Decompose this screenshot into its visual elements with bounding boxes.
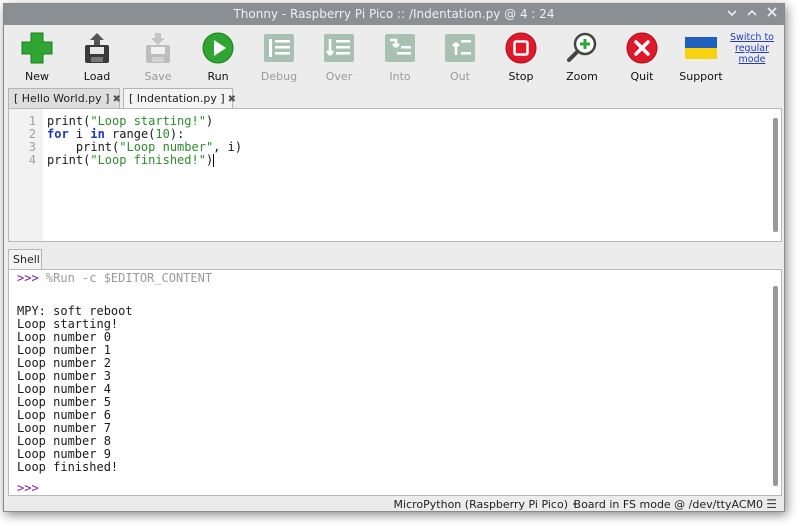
zoom-label: Zoom — [566, 70, 598, 83]
step-out-label: Out — [450, 70, 470, 83]
thonny-window: Thonny - Raspberry Pi Pico :: /Indentati… — [3, 3, 785, 512]
stop-button[interactable]: Stop — [491, 31, 551, 85]
chevron-up-icon — [747, 9, 757, 16]
code-editor[interactable]: 1 2 3 4 print("Loop starting!") for i in… — [8, 108, 782, 242]
run-icon — [202, 32, 234, 64]
run-button[interactable]: Run — [188, 31, 248, 85]
tab-indentation[interactable]: [ Indentation.py ] ✖ — [123, 88, 236, 109]
chevron-down-icon — [727, 10, 737, 17]
title-bar: Thonny - Raspberry Pi Pico :: /Indentati… — [4, 4, 784, 25]
close-tab-icon[interactable]: ✖ — [228, 94, 236, 105]
code-token: ): — [169, 127, 185, 141]
shell-input-prompt[interactable]: >>> — [17, 482, 39, 495]
shell-tab[interactable]: Shell — [8, 249, 42, 269]
zoom-icon — [567, 32, 597, 62]
new-icon — [21, 32, 53, 64]
step-out-button[interactable]: Out — [430, 31, 490, 85]
line-number-gutter: 1 2 3 4 — [9, 109, 43, 241]
step-into-icon — [385, 34, 415, 62]
step-into-button[interactable]: Into — [370, 31, 430, 85]
step-over-icon — [324, 34, 354, 62]
line-number: 4 — [28, 153, 36, 167]
debug-button[interactable]: Debug — [249, 31, 309, 85]
close-icon — [767, 7, 777, 17]
code-token: , i) — [213, 140, 243, 154]
step-over-label: Over — [325, 70, 353, 83]
code-line[interactable]: print("Loop finished!") — [47, 153, 215, 167]
tab-hello-world[interactable]: [ Hello World.py ] ✖ — [8, 88, 121, 108]
load-button[interactable]: Load — [67, 31, 127, 85]
code-token: range( — [104, 127, 156, 141]
scrollbar-thumb[interactable] — [773, 286, 778, 486]
save-label: Save — [144, 70, 172, 83]
tab-label: [ Indentation.py ] — [129, 92, 225, 105]
window-title: Thonny - Raspberry Pi Pico :: /Indentati… — [233, 7, 555, 21]
code-token: "Loop finished!" — [90, 153, 206, 167]
editor-scrollbar[interactable] — [771, 110, 780, 240]
code-token: print( — [47, 140, 120, 154]
maximize-button[interactable] — [744, 6, 760, 22]
tab-label: [ Hello World.py ] — [14, 92, 110, 105]
support-label: Support — [679, 70, 723, 83]
ukraine-flag-icon — [685, 37, 717, 59]
save-icon — [146, 33, 170, 63]
code-token: "Loop starting!" — [90, 114, 206, 128]
stop-label: Stop — [508, 70, 534, 83]
save-button[interactable]: Save — [128, 31, 188, 85]
new-button[interactable]: New — [7, 31, 67, 85]
code-token: 10 — [155, 127, 170, 141]
shell-prompt: >>> — [17, 271, 39, 285]
step-out-icon — [445, 34, 475, 62]
zoom-button[interactable]: Zoom — [552, 31, 612, 85]
toolbar: New Load Save Run Debug Over Into Out St… — [4, 25, 784, 87]
interpreter-label[interactable]: MicroPython (Raspberry Pi Pico) — [394, 498, 568, 511]
minimize-button[interactable] — [724, 6, 740, 22]
load-icon — [85, 33, 109, 63]
stop-icon — [505, 32, 537, 64]
code-token: print( — [47, 114, 91, 128]
step-over-button[interactable]: Over — [309, 31, 369, 85]
code-token: print( — [47, 153, 91, 167]
quit-label: Quit — [630, 70, 654, 83]
close-tab-icon[interactable]: ✖ — [112, 94, 120, 105]
shell-command: %Run -c $EDITOR_CONTENT — [38, 271, 213, 285]
debug-icon — [264, 34, 294, 62]
shell-scrollbar[interactable] — [771, 271, 780, 494]
quit-icon — [626, 32, 658, 64]
scrollbar-thumb[interactable] — [773, 118, 778, 232]
shell-output-line: Loop finished! — [17, 460, 119, 474]
device-label[interactable]: Board in FS mode @ /dev/ttyACM0 — [574, 498, 763, 511]
code-token: i — [68, 127, 91, 141]
switch-to-regular-mode-link[interactable]: Switch to regular mode — [726, 32, 778, 65]
code-token: for — [47, 127, 69, 141]
debug-label: Debug — [260, 70, 298, 83]
quit-button[interactable]: Quit — [612, 31, 672, 85]
load-label: Load — [83, 70, 111, 83]
status-bar: MicroPython (Raspberry Pi Pico) • Board … — [4, 496, 784, 511]
hamburger-menu-icon[interactable]: ☰ — [766, 497, 777, 511]
text-cursor — [213, 154, 215, 167]
new-label: New — [25, 70, 49, 83]
run-label: Run — [207, 70, 229, 83]
close-window-button[interactable] — [764, 6, 780, 22]
code-token: ) — [205, 114, 214, 128]
shell-command-line: >>> %Run -c $EDITOR_CONTENT — [17, 272, 212, 285]
code-token: in — [90, 127, 105, 141]
code-token: ) — [205, 153, 214, 167]
shell-panel[interactable]: >>> %Run -c $EDITOR_CONTENT MPY: soft re… — [8, 269, 782, 496]
code-token: "Loop number" — [119, 140, 214, 154]
support-button[interactable]: Support — [671, 31, 731, 85]
step-into-label: Into — [389, 70, 411, 83]
